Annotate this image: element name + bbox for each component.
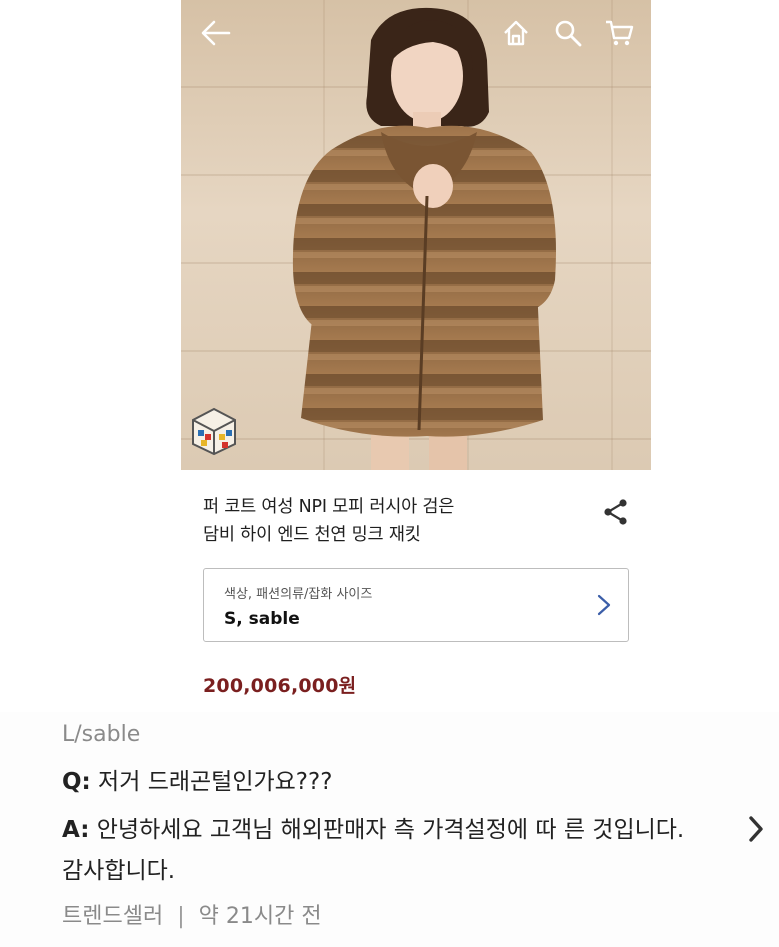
product-price: 200,006,000원 xyxy=(203,675,357,697)
cart-icon[interactable] xyxy=(603,17,635,49)
meta-separator: | xyxy=(177,904,185,929)
chevron-right-icon xyxy=(597,594,611,616)
product-card: 퍼 코트 여성 NPI 모피 러시아 검은 담비 하이 엔드 천연 밍크 재킷 … xyxy=(181,0,651,705)
expand-chevron-icon[interactable] xyxy=(746,814,766,844)
product-title-line-2: 담비 하이 엔드 천연 밍크 재킷 xyxy=(203,525,421,545)
option-label: 색상, 패션의류/잡화 사이즈 xyxy=(224,587,373,602)
question-body: 저거 드래곤털인가요??? xyxy=(90,769,333,795)
qa-item[interactable]: L/sable Q: 저거 드래곤털인가요??? A: 안녕하세요 고객님 해외… xyxy=(0,712,779,947)
model-illustration xyxy=(292,7,556,470)
product-title: 퍼 코트 여성 NPI 모피 러시아 검은 담비 하이 엔드 천연 밍크 재킷 xyxy=(203,493,593,549)
search-icon[interactable] xyxy=(553,18,583,48)
answer-meta: 트렌드셀러 | 약 21시간 전 xyxy=(62,898,322,930)
top-navigation-bar xyxy=(181,0,651,64)
home-icon[interactable] xyxy=(501,18,531,48)
option-selector[interactable]: 색상, 패션의류/잡화 사이즈 S, sable xyxy=(203,568,629,642)
answer-body: 안녕하세요 고객님 해외판매자 측 가격설정에 따 른 것입니다. 감사합니다. xyxy=(62,817,685,884)
question-prefix: Q: xyxy=(62,769,91,795)
purchased-variant: L/sable xyxy=(62,722,141,747)
back-arrow-icon[interactable] xyxy=(199,18,233,48)
question-text: Q: 저거 드래곤털인가요??? xyxy=(62,762,332,796)
answer-time: 약 21시간 전 xyxy=(198,904,322,929)
product-photo[interactable] xyxy=(181,0,651,470)
product-title-line-1: 퍼 코트 여성 NPI 모피 러시아 검은 xyxy=(203,497,455,517)
option-value: S, sable xyxy=(224,609,300,629)
seller-name: 트렌드셀러 xyxy=(62,904,164,929)
seller-logo-icon xyxy=(192,407,236,456)
answer-text: A: 안녕하세요 고객님 해외판매자 측 가격설정에 따 른 것입니다. 감사합… xyxy=(62,810,702,892)
answer-prefix: A: xyxy=(62,817,90,843)
share-icon[interactable] xyxy=(603,498,629,526)
